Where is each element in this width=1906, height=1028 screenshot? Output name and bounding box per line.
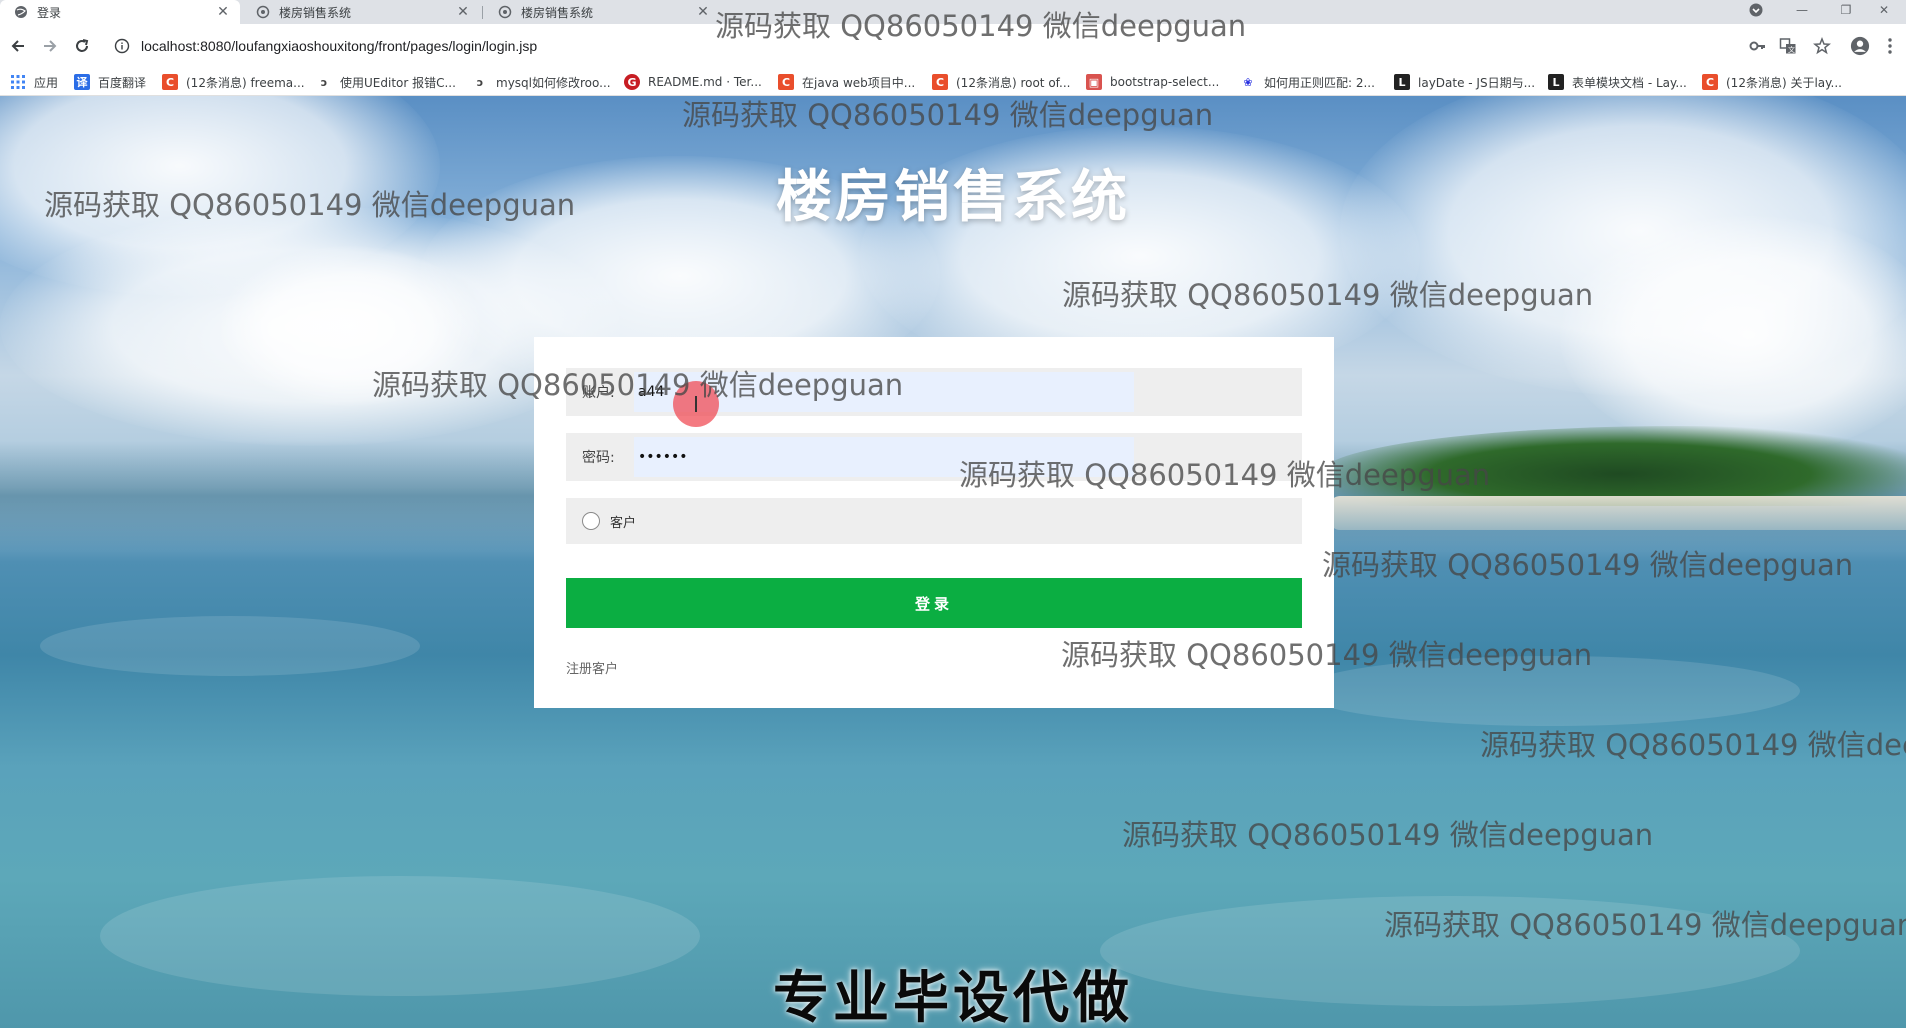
bookmark-label: (12条消息) freema... [186,75,305,90]
bookmark-label: layDate - JS日期与... [1418,75,1536,90]
watermark: 源码获取 QQ86050149 微信deepguan [1384,908,1906,942]
bookmark-csdn-freemarker[interactable]: C (12条消息) freema... [162,68,305,96]
login-button[interactable]: 登录 [566,578,1302,628]
watermark: 源码获取 QQ86050149 微信deepguan [44,188,576,222]
reload-icon[interactable] [70,34,94,58]
watermark: 源码获取 QQ86050149 微信deepguan [1062,278,1594,312]
bookmark-label: 表单模块文档 - Lay... [1572,75,1687,90]
watermark: 源码获取 QQ86050149 微信deepguan [1061,638,1593,672]
profile-icon[interactable] [1850,36,1870,56]
translate-icon[interactable]: 文 [1778,36,1798,56]
promo-caption: 专业毕设代做 [773,966,1133,1028]
close-icon[interactable]: ✕ [696,4,710,20]
tab-title: 楼房销售系统 [521,5,594,20]
svg-text:文: 文 [1788,45,1795,54]
bookmark-label: 在java web项目中... [802,75,916,90]
watermark: 源码获取 QQ86050149 微信deepguan [682,98,1214,132]
star-icon[interactable] [1812,36,1832,56]
site-shield-icon [498,5,512,19]
close-icon[interactable]: ✕ [456,4,470,20]
role-radio-customer[interactable] [582,512,600,530]
layui-icon: L [1548,74,1564,90]
bookmark-mysql[interactable]: ↄ mysql如何修改roo... [472,68,611,96]
tab-building-sales-2[interactable]: 楼房销售系统 ✕ [484,0,720,24]
globe-icon [14,5,28,19]
csdn-icon: C [1702,74,1718,90]
bookmark-apps[interactable]: 应用 [10,68,58,96]
watermark: 源码获取 QQ86050149 微信deepguan [1122,818,1654,852]
link-icon: ↄ [476,75,484,89]
password-label: 密码: [582,450,615,466]
bookmark-label: 使用UEditor 报错C... [340,75,456,90]
bookmark-regex[interactable]: ❀ 如何用正则匹配: 2... [1240,68,1375,96]
site-icon: ▣ [1086,74,1102,90]
role-row: 客户 [566,498,1302,544]
site-shield-icon [256,5,270,19]
bookmark-ueditor[interactable]: ↄ 使用UEditor 报错C... [316,68,456,96]
watermark: 源码获取 QQ86050149 微信deepguan [1322,548,1854,582]
bookmark-label: bootstrap-select... [1110,75,1220,89]
bookmark-label: README.md · Ter... [648,75,762,89]
bookmark-label: 应用 [34,75,59,90]
tab-login[interactable]: 登录 ✕ [0,0,240,24]
bookmark-label: 百度翻译 [98,75,147,90]
csdn-icon: C [932,74,948,90]
baidu-paw-icon: ❀ [1243,75,1253,89]
bookmark-baidu-translate[interactable]: 译 百度翻译 [74,68,146,96]
minimize-icon[interactable]: — [1780,0,1824,20]
bookmark-label: (12条消息) root of... [956,75,1071,90]
bookmark-csdn-lay[interactable]: C (12条消息) 关于lay... [1702,68,1842,96]
key-icon[interactable] [1748,36,1768,56]
window-close-icon[interactable]: ✕ [1862,0,1906,20]
watermark: 源码获取 QQ86050149 微信deepguan [1480,728,1906,762]
csdn-icon: C [778,74,794,90]
gitee-icon: G [624,74,640,90]
bookmark-label: 如何用正则匹配: 2... [1264,75,1375,90]
bookmark-layui-form[interactable]: L 表单模块文档 - Lay... [1548,68,1687,96]
baidu-translate-icon: 译 [74,74,90,90]
watermark: 源码获取 QQ86050149 微信deepguan [959,458,1491,492]
close-icon[interactable]: ✕ [216,4,230,20]
bookmark-laydate[interactable]: L layDate - JS日期与... [1394,68,1535,96]
tab-building-sales-1[interactable]: 楼房销售系统 ✕ [242,0,480,24]
menu-kebab-icon[interactable] [1884,36,1896,56]
apps-grid-icon [10,74,26,90]
role-label: 客户 [610,515,637,531]
csdn-icon: C [162,74,178,90]
watermark: 源码获取 QQ86050149 微信deepguan [715,9,1247,43]
bookmark-label: mysql如何修改roo... [496,75,611,90]
forward-icon[interactable] [38,34,62,58]
link-icon: ↄ [320,75,328,89]
info-icon[interactable] [114,38,130,54]
watermark: 源码获取 QQ86050149 微信deepguan [372,368,904,402]
layui-icon: L [1394,74,1410,90]
register-customer-link[interactable]: 注册客户 [566,658,618,677]
tab-title: 登录 [37,5,62,20]
bookmark-label: (12条消息) 关于lay... [1726,75,1842,90]
tab-title: 楼房销售系统 [279,5,352,20]
back-icon[interactable] [6,34,30,58]
url-text: localhost:8080/loufangxiaoshouxitong/fro… [141,38,538,54]
tab-search-icon[interactable] [1734,0,1778,20]
